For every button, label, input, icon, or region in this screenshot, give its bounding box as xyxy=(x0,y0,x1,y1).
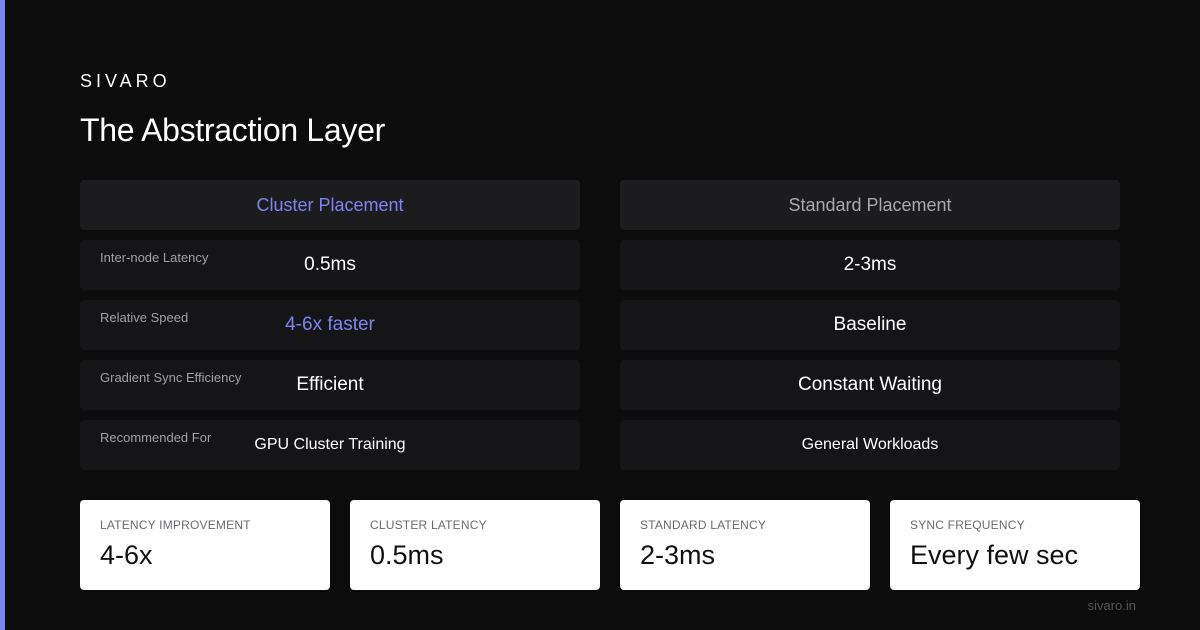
cluster-recommended-value: GPU Cluster Training xyxy=(254,436,406,453)
row-relative-speed: Baseline xyxy=(620,300,1120,350)
stat-label: STANDARD LATENCY xyxy=(640,518,767,532)
standard-placement-column: Standard Placement 2-3ms Baseline Consta… xyxy=(620,180,1120,480)
brand-logo: SIVARO xyxy=(80,71,171,91)
standard-recommended-value: General Workloads xyxy=(801,436,939,453)
stat-card-sync-frequency: SYNC FREQUENCY Every few sec xyxy=(890,500,1140,590)
row-label: Gradient Sync Efficiency xyxy=(100,370,242,385)
stat-value: Every few sec xyxy=(910,540,1079,570)
accent-bar xyxy=(0,0,5,630)
row-inter-node-latency: 2-3ms xyxy=(620,240,1120,290)
row-label: Relative Speed xyxy=(100,310,189,325)
row-gradient-sync-efficiency: Gradient Sync Efficiency Efficient xyxy=(80,360,580,410)
footer-url[interactable]: sivaro.in xyxy=(1088,598,1136,614)
cluster-sync-value: Efficient xyxy=(296,374,364,395)
stat-label: SYNC FREQUENCY xyxy=(910,518,1025,532)
stat-card-cluster-latency: CLUSTER LATENCY 0.5ms xyxy=(350,500,600,590)
stat-label: LATENCY IMPROVEMENT xyxy=(100,518,251,532)
stats-row: LATENCY IMPROVEMENT 4-6x CLUSTER LATENCY… xyxy=(80,500,1140,590)
standard-sync-value: Constant Waiting xyxy=(798,374,942,395)
row-recommended-for: Recommended For GPU Cluster Training xyxy=(80,420,580,470)
row-inter-node-latency: Inter-node Latency 0.5ms xyxy=(80,240,580,290)
stat-label: CLUSTER LATENCY xyxy=(370,518,487,532)
page-title: The Abstraction Layer xyxy=(80,112,385,148)
stat-value: 4-6x xyxy=(100,540,153,570)
stat-value: 2-3ms xyxy=(640,540,716,570)
cluster-placement-column: Cluster Placement Inter-node Latency 0.5… xyxy=(80,180,580,480)
standard-placement-header: Standard Placement xyxy=(620,180,1120,230)
cluster-speed-value: 4-6x faster xyxy=(285,314,375,335)
cluster-placement-header: Cluster Placement xyxy=(80,180,580,230)
cluster-latency-value: 0.5ms xyxy=(304,254,356,275)
standard-latency-value: 2-3ms xyxy=(843,254,897,275)
row-gradient-sync-efficiency: Constant Waiting xyxy=(620,360,1120,410)
stat-card-latency-improvement: LATENCY IMPROVEMENT 4-6x xyxy=(80,500,330,590)
row-relative-speed: Relative Speed 4-6x faster xyxy=(80,300,580,350)
row-label: Inter-node Latency xyxy=(100,250,209,265)
row-recommended-for: General Workloads xyxy=(620,420,1120,470)
stat-card-standard-latency: STANDARD LATENCY 2-3ms xyxy=(620,500,870,590)
row-label: Recommended For xyxy=(100,430,212,445)
page: SIVARO The Abstraction Layer Cluster Pla… xyxy=(0,0,1200,630)
standard-speed-value: Baseline xyxy=(833,314,907,335)
stat-value: 0.5ms xyxy=(370,540,444,570)
